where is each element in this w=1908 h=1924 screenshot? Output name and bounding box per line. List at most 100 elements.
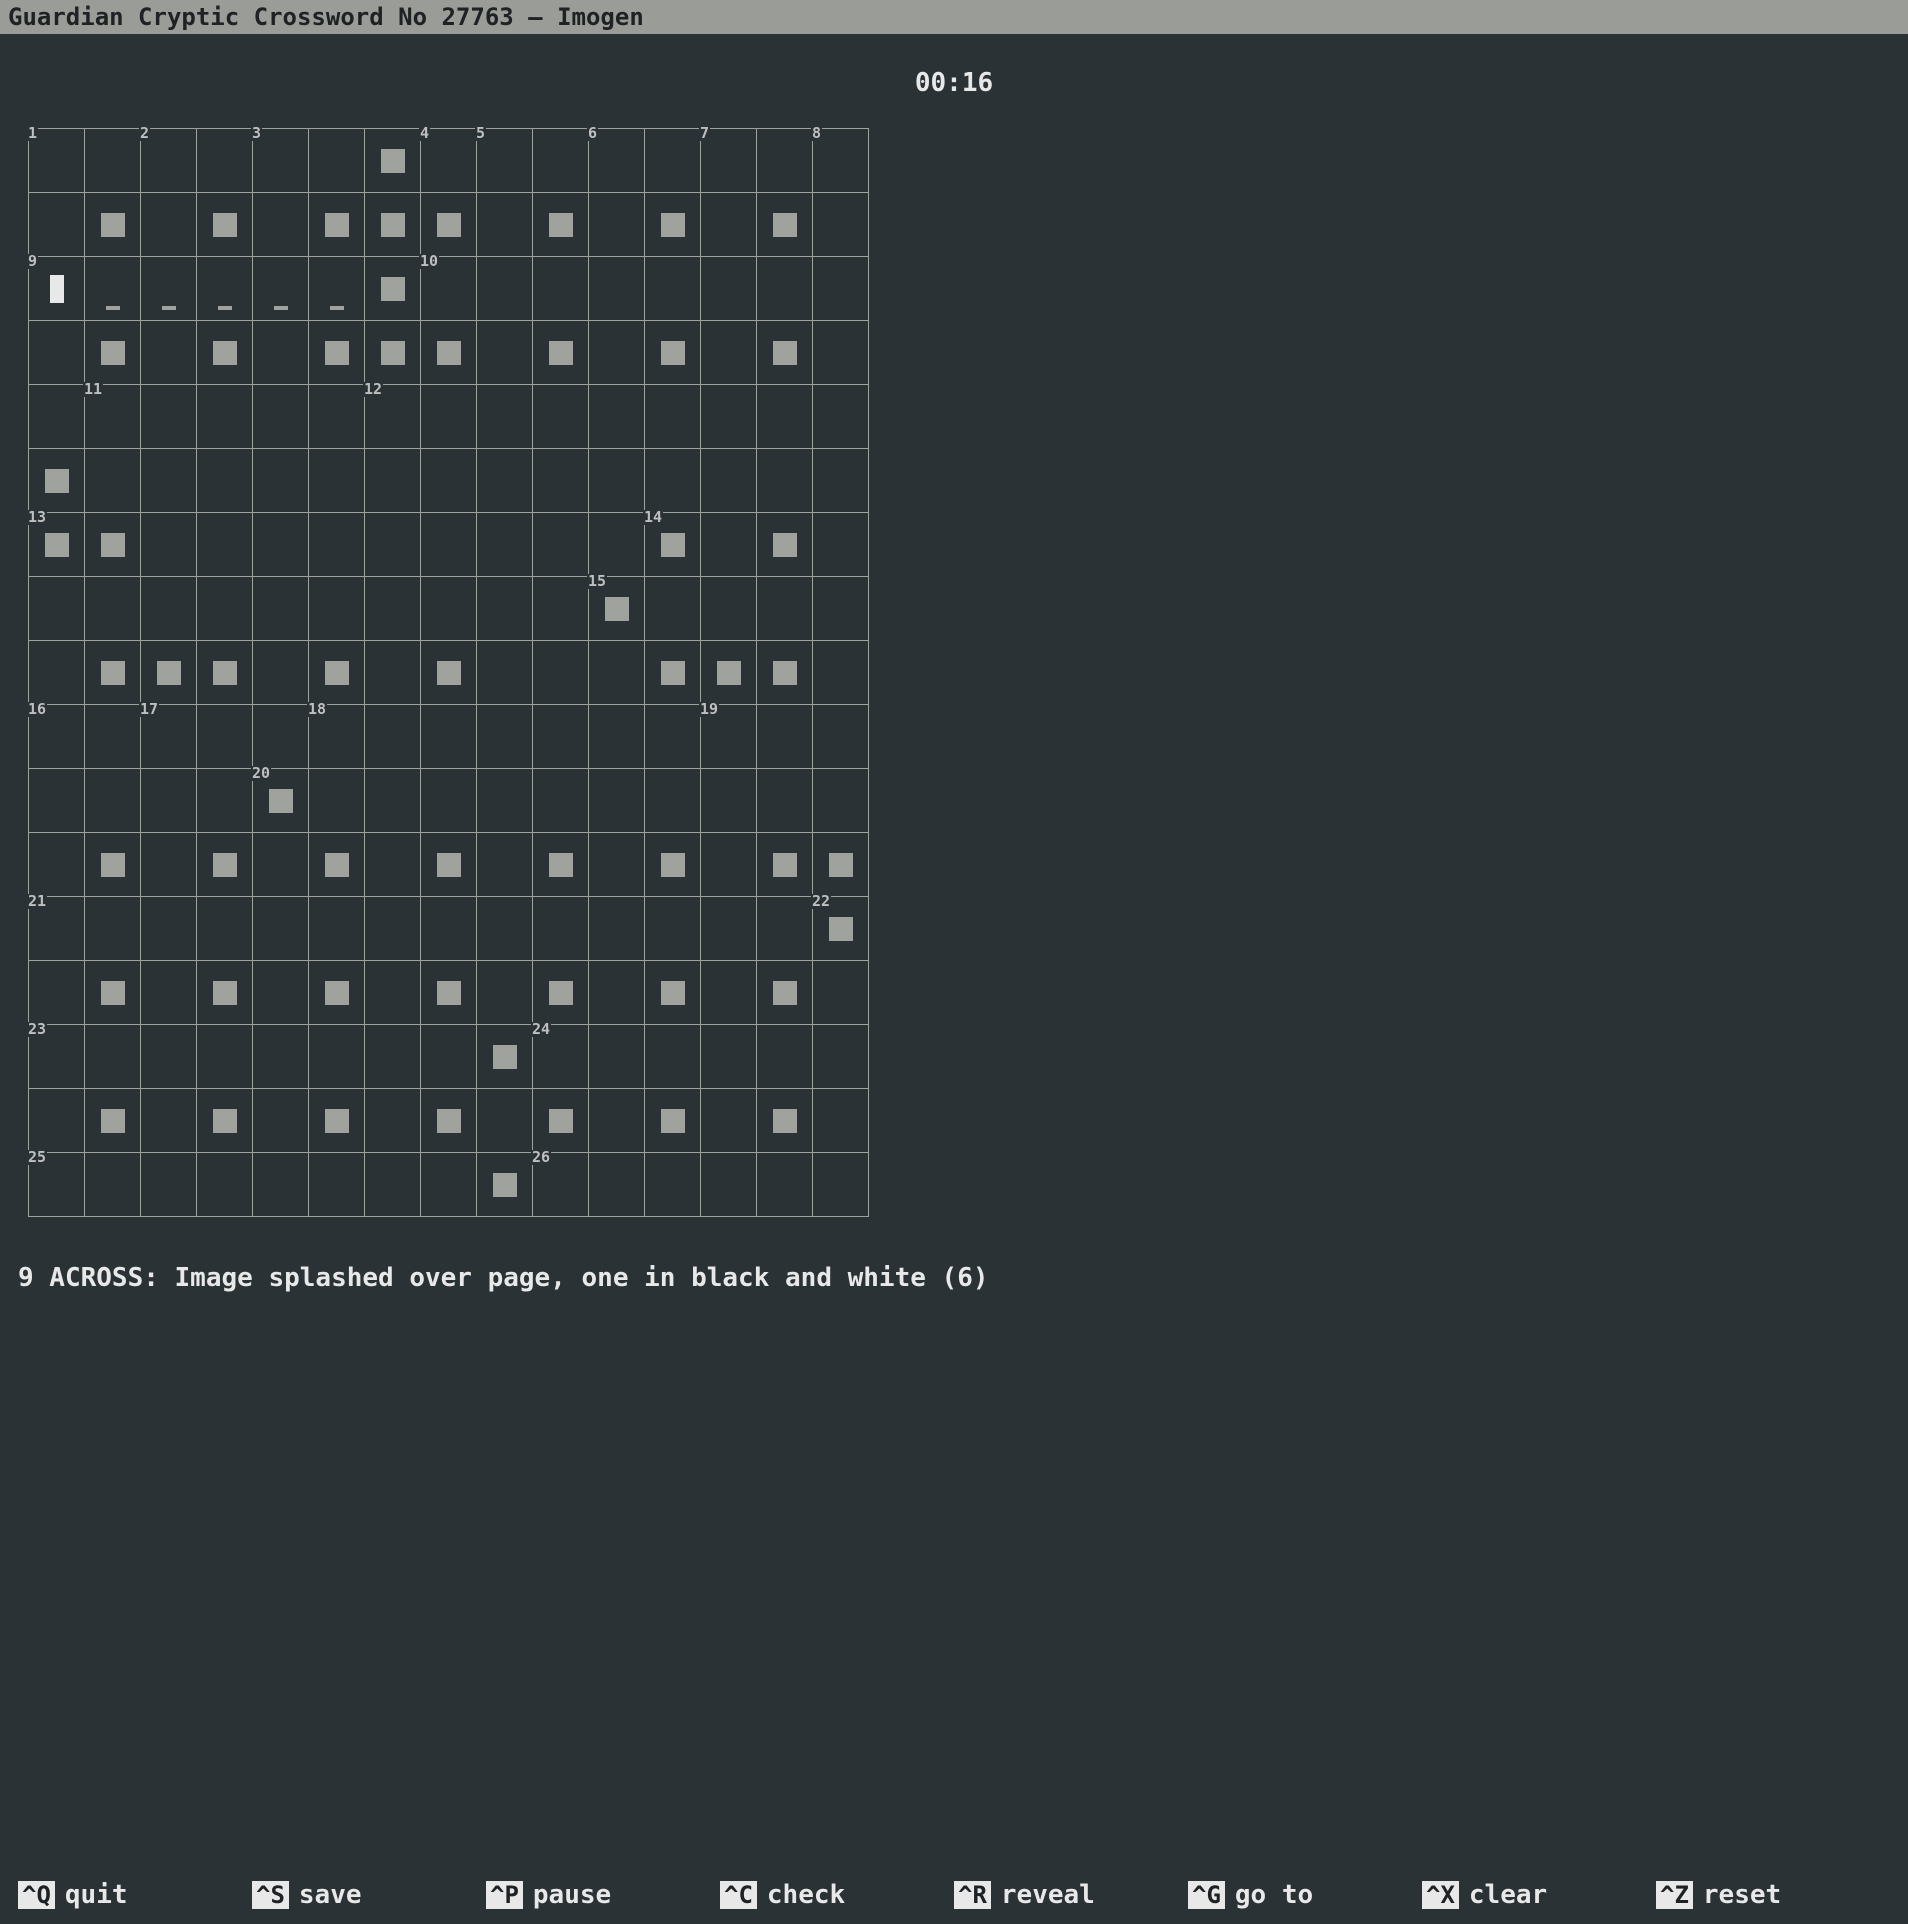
grid-cell[interactable] [645, 1153, 701, 1217]
grid-cell[interactable] [309, 833, 365, 897]
grid-cell[interactable] [813, 833, 869, 897]
grid-cell[interactable] [813, 513, 869, 577]
grid-cell[interactable] [533, 321, 589, 385]
grid-cell[interactable] [421, 961, 477, 1025]
grid-cell[interactable] [813, 641, 869, 705]
grid-cell[interactable] [421, 705, 477, 769]
grid-cell[interactable] [533, 1089, 589, 1153]
grid-cell[interactable] [645, 769, 701, 833]
grid-cell[interactable] [757, 385, 813, 449]
grid-cell[interactable] [757, 1089, 813, 1153]
grid-cell[interactable] [253, 705, 309, 769]
grid-cell[interactable] [645, 897, 701, 961]
grid-cell[interactable] [477, 193, 533, 257]
grid-cell[interactable] [701, 897, 757, 961]
grid-cell[interactable] [141, 193, 197, 257]
grid-cell[interactable] [533, 193, 589, 257]
grid-cell[interactable]: 2 [141, 129, 197, 193]
grid-cell[interactable] [757, 961, 813, 1025]
grid-cell[interactable] [253, 449, 309, 513]
grid-cell[interactable] [253, 385, 309, 449]
grid-cell[interactable] [533, 513, 589, 577]
grid-cell[interactable] [365, 705, 421, 769]
grid-cell[interactable] [589, 385, 645, 449]
shortcut-check[interactable]: ^Ccheck [720, 1880, 954, 1910]
grid-cell[interactable] [85, 193, 141, 257]
grid-cell[interactable]: 15 [589, 577, 645, 641]
grid-cell[interactable] [365, 1089, 421, 1153]
grid-cell[interactable] [197, 705, 253, 769]
grid-cell[interactable] [309, 1089, 365, 1153]
grid-cell[interactable] [309, 321, 365, 385]
grid-cell[interactable] [141, 833, 197, 897]
crossword-grid[interactable]: 1234567891011121314151617181920212223242… [28, 128, 869, 1217]
grid-cell[interactable] [421, 385, 477, 449]
grid-cell[interactable] [589, 897, 645, 961]
grid-cell[interactable]: 4 [421, 129, 477, 193]
grid-cell[interactable] [645, 257, 701, 321]
grid-cell[interactable] [85, 897, 141, 961]
grid-cell[interactable] [197, 769, 253, 833]
grid-cell[interactable] [757, 129, 813, 193]
grid-cell[interactable] [197, 577, 253, 641]
grid-cell[interactable]: 24 [533, 1025, 589, 1089]
grid-cell[interactable] [645, 1089, 701, 1153]
grid-cell[interactable] [701, 321, 757, 385]
grid-cell[interactable] [365, 769, 421, 833]
grid-cell[interactable] [197, 1089, 253, 1153]
grid-cell[interactable] [85, 1153, 141, 1217]
shortcut-reset[interactable]: ^Zreset [1656, 1880, 1890, 1910]
grid-cell[interactable] [197, 1153, 253, 1217]
grid-cell[interactable] [309, 385, 365, 449]
grid-cell[interactable] [421, 577, 477, 641]
shortcut-pause[interactable]: ^Ppause [486, 1880, 720, 1910]
grid-cell[interactable] [197, 385, 253, 449]
grid-cell[interactable] [141, 321, 197, 385]
grid-cell[interactable] [253, 1089, 309, 1153]
grid-cell[interactable] [365, 1153, 421, 1217]
grid-cell[interactable] [421, 193, 477, 257]
grid-cell[interactable] [29, 1089, 85, 1153]
grid-cell[interactable] [309, 897, 365, 961]
grid-cell[interactable] [757, 641, 813, 705]
grid-cell[interactable] [645, 961, 701, 1025]
grid-cell[interactable] [421, 641, 477, 705]
grid-cell[interactable] [701, 833, 757, 897]
grid-cell[interactable] [253, 513, 309, 577]
grid-cell[interactable] [253, 1153, 309, 1217]
grid-cell[interactable] [85, 321, 141, 385]
grid-cell[interactable] [757, 1153, 813, 1217]
grid-cell[interactable] [701, 769, 757, 833]
grid-cell[interactable] [141, 769, 197, 833]
grid-cell[interactable] [477, 705, 533, 769]
grid-cell[interactable] [85, 769, 141, 833]
grid-cell[interactable] [421, 769, 477, 833]
grid-cell[interactable] [533, 577, 589, 641]
grid-cell[interactable] [141, 1025, 197, 1089]
grid-cell[interactable] [701, 1025, 757, 1089]
grid-cell[interactable] [29, 833, 85, 897]
grid-cell[interactable] [533, 129, 589, 193]
grid-cell[interactable] [533, 641, 589, 705]
grid-cell[interactable] [197, 961, 253, 1025]
grid-cell[interactable] [645, 1025, 701, 1089]
grid-cell[interactable] [253, 257, 309, 321]
grid-cell[interactable] [309, 449, 365, 513]
grid-cell[interactable] [589, 321, 645, 385]
grid-cell[interactable] [813, 1153, 869, 1217]
grid-cell[interactable] [309, 961, 365, 1025]
grid-cell[interactable] [701, 193, 757, 257]
grid-cell[interactable] [29, 641, 85, 705]
grid-cell[interactable] [421, 897, 477, 961]
grid-cell[interactable]: 3 [253, 129, 309, 193]
grid-cell[interactable] [29, 193, 85, 257]
grid-cell[interactable]: 6 [589, 129, 645, 193]
grid-cell[interactable] [141, 641, 197, 705]
grid-cell[interactable] [477, 769, 533, 833]
grid-cell[interactable] [477, 513, 533, 577]
grid-cell[interactable] [421, 321, 477, 385]
grid-cell[interactable] [701, 577, 757, 641]
grid-cell[interactable] [365, 321, 421, 385]
grid-cell[interactable] [253, 641, 309, 705]
grid-cell[interactable]: 18 [309, 705, 365, 769]
